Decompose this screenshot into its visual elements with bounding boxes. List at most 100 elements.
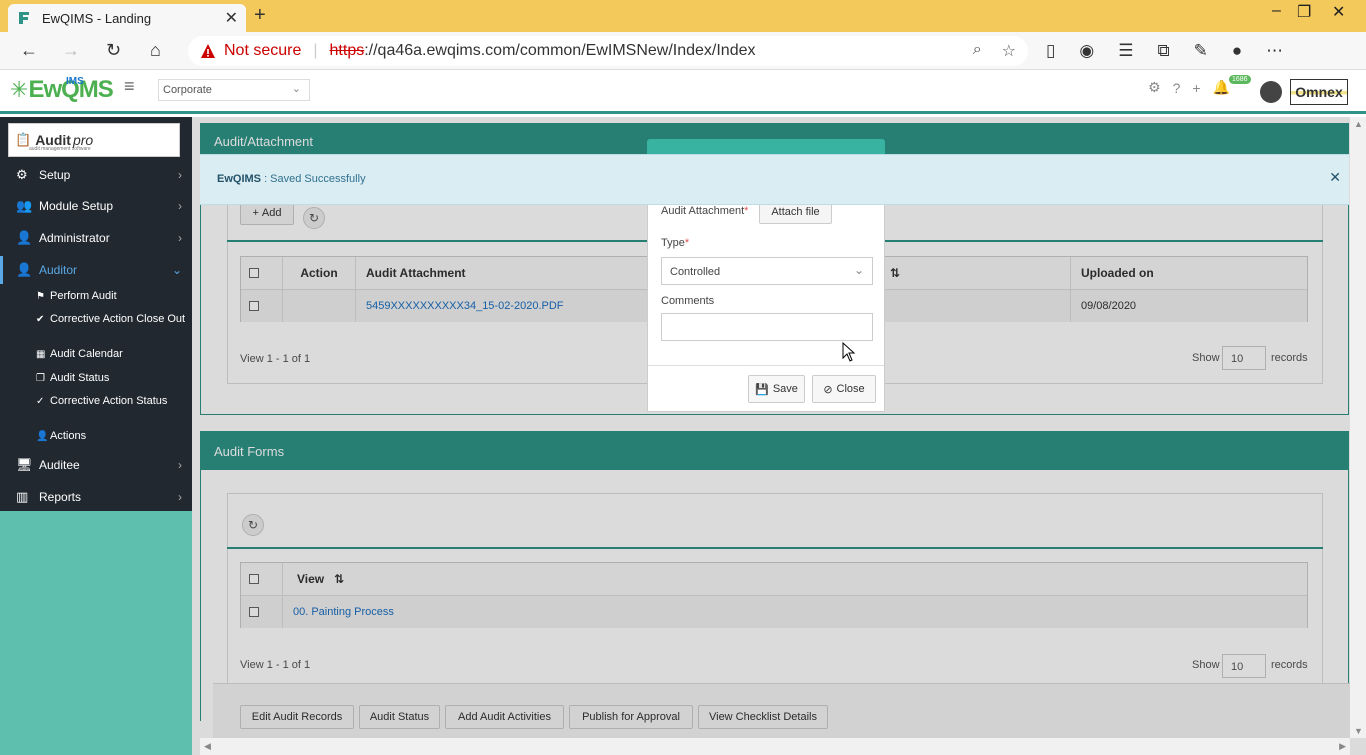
- save-label: Save: [772, 383, 798, 395]
- url-text: ://qa46a.ewqims.com/common/EwIMSNew/Inde…: [364, 42, 756, 59]
- user-icon: 👤: [36, 431, 49, 442]
- alert-message: : Saved Successfully: [261, 173, 366, 185]
- corporate-select[interactable]: Corporate ⌄: [158, 79, 310, 101]
- sidebar-sub-actions[interactable]: 👤 Actions: [36, 430, 186, 443]
- chevron-right-icon: ›: [178, 199, 182, 213]
- attachment-label-text: Audit Attachment: [661, 205, 745, 217]
- check-circle-icon: ✔: [36, 314, 45, 325]
- header-icons: ⚙ ? + 🔔: [1148, 79, 1230, 96]
- sub-label: Corrective Action Status: [50, 395, 168, 407]
- sub-label: Perform Audit: [50, 290, 117, 302]
- sidebar-item-auditor[interactable]: 👤 Auditor ⌄: [0, 256, 192, 284]
- desktop-user-icon: 🖥: [16, 457, 33, 472]
- copy-icon: ❐: [36, 373, 45, 384]
- success-alert: EwQIMS : Saved Successfully ✕: [200, 154, 1349, 205]
- omnex-logo: Omnex: [1290, 79, 1348, 105]
- new-tab-icon[interactable]: +: [254, 4, 266, 27]
- mouse-cursor-icon: [842, 342, 856, 362]
- chevron-right-icon: ›: [178, 231, 182, 245]
- zoom-icon[interactable]: ⌕: [973, 41, 982, 61]
- app-logo[interactable]: ✳ EwQMS IMS: [10, 76, 114, 104]
- window-close-icon[interactable]: ✕: [1332, 2, 1345, 22]
- chevron-down-icon: ⌄: [853, 263, 864, 277]
- sidebar-sub-audit-status[interactable]: ❐ Audit Status: [36, 372, 186, 385]
- home-icon[interactable]: ⌂: [150, 40, 161, 61]
- scroll-up-icon[interactable]: ▲: [1354, 119, 1363, 129]
- avatar[interactable]: [1260, 81, 1282, 103]
- feedback-icon[interactable]: ✎: [1194, 41, 1208, 61]
- comments-label: Comments: [661, 295, 715, 307]
- back-icon[interactable]: ←: [20, 40, 38, 61]
- sidebar-item-label: Module Setup: [39, 199, 114, 213]
- app-header: ✳ EwQMS IMS ≡ Corporate ⌄ ⚙ ? + 🔔 1686 O…: [0, 70, 1366, 114]
- logo-sup: IMS: [66, 76, 84, 87]
- sidebar-sub-corrective-action-status[interactable]: ✓ Corrective Action Status: [36, 395, 186, 408]
- type-value: Controlled: [670, 266, 721, 278]
- bell-icon[interactable]: 🔔: [1213, 79, 1230, 96]
- restore-icon[interactable]: ❐: [1297, 2, 1311, 22]
- sidebar-sub-perform-audit[interactable]: ⚑ Perform Audit: [36, 290, 186, 303]
- help-icon[interactable]: ?: [1173, 80, 1181, 96]
- scroll-left-icon[interactable]: ◀: [204, 741, 211, 752]
- chevron-down-icon: ⌄: [291, 83, 301, 95]
- tab-close-icon[interactable]: ✕: [225, 8, 238, 28]
- sidebar-item-setup[interactable]: ⚙ Setup ›: [0, 161, 192, 189]
- collections-icon[interactable]: ⧉: [1157, 41, 1169, 61]
- sidebar: 📋 Audit pro audit management software ⚙ …: [0, 117, 192, 511]
- modal-header: [647, 139, 885, 155]
- required-marker: *: [684, 237, 690, 249]
- url-icons: ⌕ ☆: [973, 41, 1016, 61]
- more-menu-icon[interactable]: ⋯: [1266, 41, 1283, 61]
- alert-close-icon[interactable]: ✕: [1329, 169, 1341, 186]
- calendar-icon: ▦: [36, 349, 46, 360]
- not-secure-label: Not secure: [224, 42, 302, 59]
- browser-toolbar: ← → ↻ ⌂ Not secure | https ://qa46a.ewqi…: [0, 32, 1366, 70]
- scroll-right-icon[interactable]: ▶: [1339, 741, 1346, 752]
- profile-icon[interactable]: ●: [1232, 41, 1242, 61]
- add-icon[interactable]: +: [1192, 80, 1200, 96]
- toolbar-icons: ▯ ◉ ☰ ⧉ ✎ ● ⋯: [1046, 41, 1283, 61]
- ewqims-favicon-icon: [19, 12, 29, 24]
- sitemap-icon: ⚑: [36, 291, 45, 302]
- tab-title: EwQIMS - Landing: [42, 10, 152, 26]
- auditpro-logo: 📋 Audit pro audit management software: [8, 123, 180, 157]
- chevron-down-icon: ⌄: [171, 263, 182, 277]
- sidebar-item-label: Reports: [39, 490, 82, 504]
- user-cog-icon: 👤: [16, 230, 33, 245]
- floppy-icon: 💾: [755, 383, 769, 396]
- gear-icon: ⚙: [16, 167, 28, 182]
- type-select[interactable]: Controlled ⌄: [661, 257, 873, 285]
- sidebar-item-auditee[interactable]: 🖥 Auditee ›: [0, 451, 192, 479]
- sidebar-item-label: Setup: [39, 168, 71, 182]
- favorite-star-icon[interactable]: ☆: [1002, 41, 1016, 61]
- users-cog-icon: 👥: [16, 198, 33, 213]
- sidebar-sub-audit-calendar[interactable]: ▦ Audit Calendar: [36, 348, 186, 361]
- extension-icon[interactable]: ▯: [1046, 41, 1055, 61]
- forward-icon[interactable]: →: [62, 40, 80, 61]
- save-button[interactable]: 💾 Save: [748, 375, 805, 403]
- ban-icon: ⊘: [823, 383, 833, 396]
- required-marker: *: [744, 205, 749, 217]
- horizontal-scrollbar[interactable]: ◀ ▶: [200, 738, 1350, 755]
- settings-gear-icon[interactable]: ⚙: [1148, 79, 1161, 96]
- building-icon: ▥: [16, 489, 29, 504]
- logo-star-icon: ✳: [10, 77, 29, 102]
- favorites-icon[interactable]: ☰: [1118, 41, 1133, 61]
- url-separator: |: [313, 42, 318, 59]
- sidebar-item-reports[interactable]: ▥ Reports ›: [0, 483, 192, 511]
- sidebar-item-administrator[interactable]: 👤 Administrator ›: [0, 224, 192, 252]
- vertical-scrollbar[interactable]: ▲ ▼: [1350, 117, 1366, 738]
- browser-tab[interactable]: EwQIMS - Landing ✕: [8, 4, 246, 32]
- close-button[interactable]: ⊘ Close: [812, 375, 876, 403]
- address-bar[interactable]: Not secure | https ://qa46a.ewqims.com/c…: [188, 36, 1028, 66]
- attachment-modal: Audit Attachment* Attach file Type* Cont…: [647, 200, 885, 412]
- scroll-down-icon[interactable]: ▼: [1354, 726, 1363, 736]
- sidebar-sub-corrective-action-close-out[interactable]: ✔ Corrective Action Close Out: [36, 313, 186, 326]
- profile-extension-icon[interactable]: ◉: [1079, 41, 1094, 61]
- hamburger-menu-icon[interactable]: ≡: [124, 76, 135, 97]
- reload-icon[interactable]: ↻: [106, 40, 121, 61]
- sidebar-item-module-setup[interactable]: 👥 Module Setup ›: [0, 192, 192, 220]
- minimize-icon[interactable]: –: [1272, 2, 1281, 20]
- comments-input[interactable]: [661, 313, 873, 341]
- chevron-right-icon: ›: [178, 490, 182, 504]
